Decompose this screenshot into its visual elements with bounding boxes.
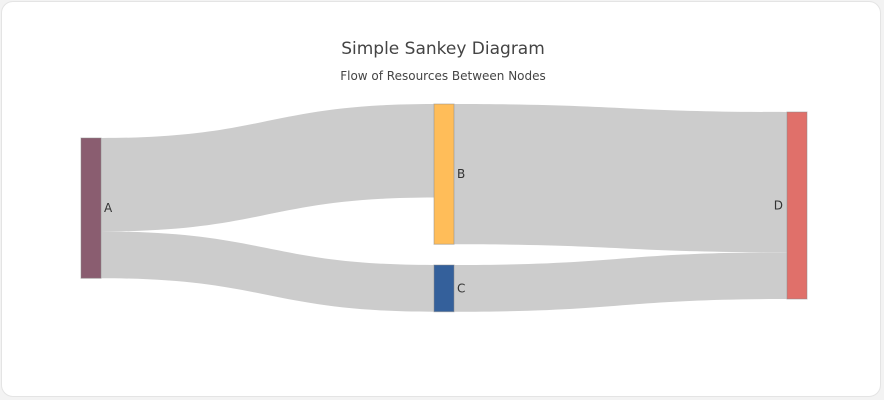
sankey-link-b-d[interactable] [454, 104, 787, 253]
sankey-node-label-a: A [104, 201, 113, 215]
chart-subtitle: Flow of Resources Between Nodes [340, 69, 546, 83]
chart-title: Simple Sankey Diagram [341, 39, 545, 59]
sankey-link-a-b[interactable] [101, 104, 434, 232]
sankey-node-label-c: C [457, 281, 465, 295]
sankey-node-a[interactable] [80, 137, 102, 279]
sankey-node-c[interactable] [433, 264, 455, 313]
sankey-node-d[interactable] [786, 111, 808, 300]
sankey-link-c-d[interactable] [454, 252, 787, 312]
sankey-node-b[interactable] [433, 103, 455, 245]
sankey-node-label-d: D [774, 199, 783, 213]
sankey-chart: Simple Sankey Diagram Flow of Resources … [80, 39, 808, 313]
sankey-link-a-c[interactable] [101, 231, 434, 312]
sankey-node-label-b: B [457, 167, 465, 181]
